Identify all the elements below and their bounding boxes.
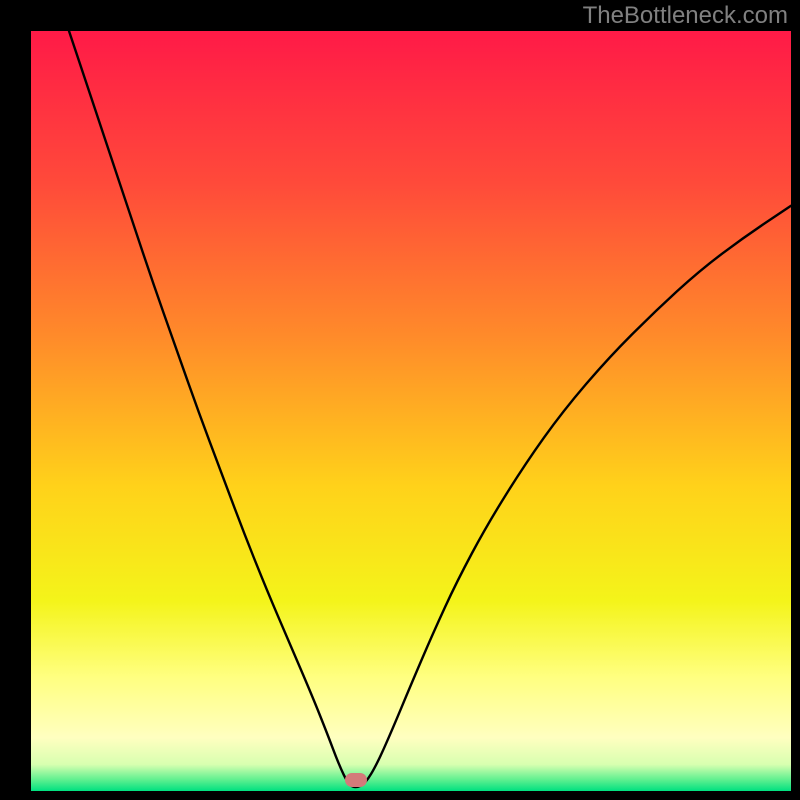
bottleneck-curve — [69, 31, 791, 787]
chart-frame: TheBottleneck.com — [0, 0, 800, 800]
watermark-text: TheBottleneck.com — [583, 2, 788, 30]
optimal-point-marker — [345, 773, 367, 787]
curve-layer — [0, 0, 800, 800]
